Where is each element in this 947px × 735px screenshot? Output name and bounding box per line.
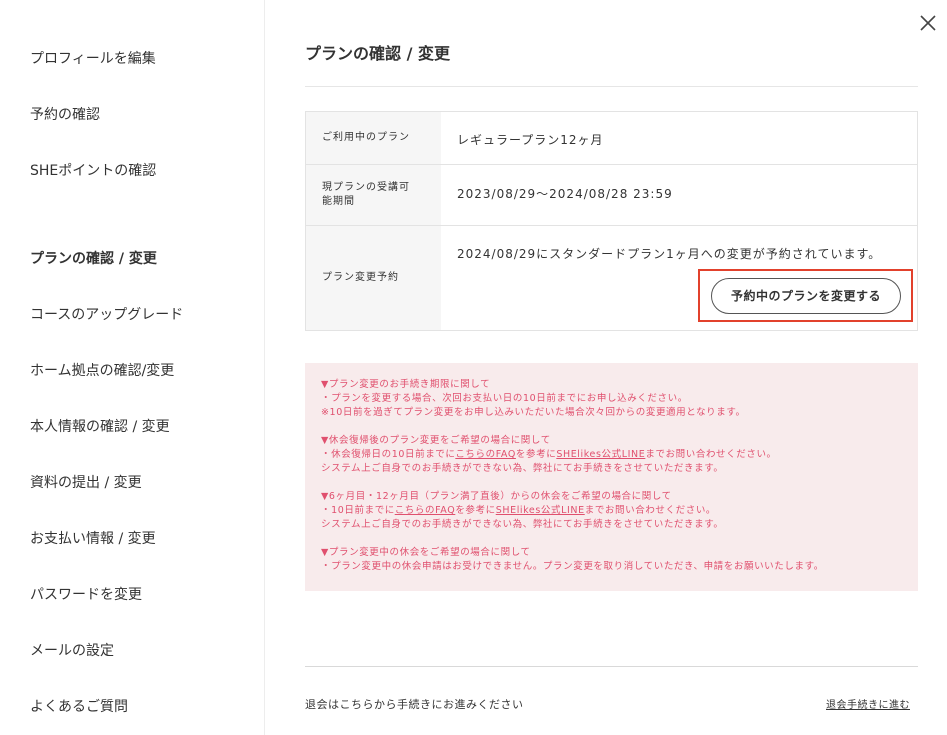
notice-text: までお問い合わせください。 [584,505,717,516]
sidebar-item-personal-info[interactable]: 本人情報の確認 / 変更 [30,416,170,436]
notice-s2-title: ▼休会復帰後のプラン変更をご希望の場合に関して [321,435,551,446]
sidebar-item-profile-edit[interactable]: プロフィールを編集 [30,48,156,68]
plan-change-reservation-label: プラン変更予約 [322,272,399,283]
close-icon[interactable] [917,12,939,34]
notice-s4-line1: ・プラン変更中の休会申請はお受けできません。プラン変更を取り消していただき、申請… [321,561,824,572]
valid-period-value: 2023/08/29〜2024/08/28 23:59 [457,187,673,201]
faq-link[interactable]: こちらのFAQ [395,505,456,516]
sidebar-item-course-upgrade[interactable]: コースのアップグレード [30,304,183,324]
current-plan-label: ご利用中のプラン [322,132,410,143]
notice-s3-title: ▼6ヶ月目・12ヶ月目（プラン満了直後）からの休会をご希望の場合に関して [321,491,672,502]
notice-box: ▼プラン変更のお手続き期限に関して ・プランを変更する場合、次回お支払い日の10… [305,363,918,591]
withdrawal-text: 退会はこちらから手続きにお進みください [305,698,524,711]
title-divider [305,86,918,87]
page-title: プランの確認 / 変更 [305,44,450,63]
notice-s2-line1: ・休会復帰日の10日前までにこちらのFAQを参考にSHElikes公式LINEま… [321,449,777,461]
notice-s1-line1: ・プランを変更する場合、次回お支払い日の10日前までにお申し込みください。 [321,393,688,404]
notice-s3-line2: システム上ご自身でのお手続きができない為、弊社にてお手続きをさせていただきます。 [321,519,724,530]
sidebar-item-payment[interactable]: お支払い情報 / 変更 [30,528,156,548]
line-link[interactable]: SHElikes公式LINE [556,449,645,460]
plan-change-reservation-value: 2024/08/29にスタンダードプラン1ヶ月への変更が予約されています。 [457,247,882,261]
notice-s1-title: ▼プラン変更のお手続き期限に関して [321,379,491,390]
sidebar-item-password[interactable]: パスワードを変更 [30,584,142,604]
notice-text: までお問い合わせください。 [645,449,777,460]
sidebar-item-email-settings[interactable]: メールの設定 [30,640,114,660]
notice-s2-line2: システム上ご自身でのお手続きができない為、弊社にてお手続きをさせていただきます。 [321,463,724,474]
notice-s1-line2: ※10日前を過ぎてプラン変更をお申し込みいただいた場合次々回からの変更適用となり… [321,407,746,418]
valid-period-label-line2: 能期間 [322,196,355,207]
notice-text: ・休会復帰日の10日前までに [321,449,456,460]
notice-text: を参考に [515,449,557,460]
table-row: ご利用中のプラン レギュラープラン12ヶ月 [306,112,917,165]
valid-period-label: 現プランの受講可 能期間 [322,181,432,209]
sidebar-item-reservations[interactable]: 予約の確認 [30,104,100,124]
withdrawal-link[interactable]: 退会手続きに進む [826,696,910,711]
notice-text: ・10日前までに [321,505,395,516]
sidebar-item-documents[interactable]: 資料の提出 / 変更 [30,472,142,492]
faq-link[interactable]: こちらのFAQ [455,449,516,460]
footer-divider [305,666,918,667]
notice-s4-title: ▼プラン変更中の休会をご希望の場合に関して [321,547,531,558]
line-link[interactable]: SHElikes公式LINE [496,505,585,516]
sidebar-item-home-base[interactable]: ホーム拠点の確認/変更 [30,360,174,380]
sidebar-item-faq[interactable]: よくあるご質問 [30,696,128,716]
notice-s3-line1: ・10日前までにこちらのFAQを参考にSHElikes公式LINEまでお問い合わ… [321,505,716,517]
table-row: 現プランの受講可 能期間 2023/08/29〜2024/08/28 23:59 [306,165,917,226]
change-reserved-plan-button[interactable]: 予約中のプランを変更する [711,278,901,314]
notice-text: を参考に [455,505,496,516]
settings-sidebar: プロフィールを編集 予約の確認 SHEポイントの確認 プランの確認 / 変更 コ… [0,0,265,735]
sidebar-item-she-points[interactable]: SHEポイントの確認 [30,160,156,180]
current-plan-value: レギュラープラン12ヶ月 [457,133,604,147]
valid-period-label-line1: 現プランの受講可 [322,182,410,193]
sidebar-item-plan[interactable]: プランの確認 / 変更 [30,248,157,268]
